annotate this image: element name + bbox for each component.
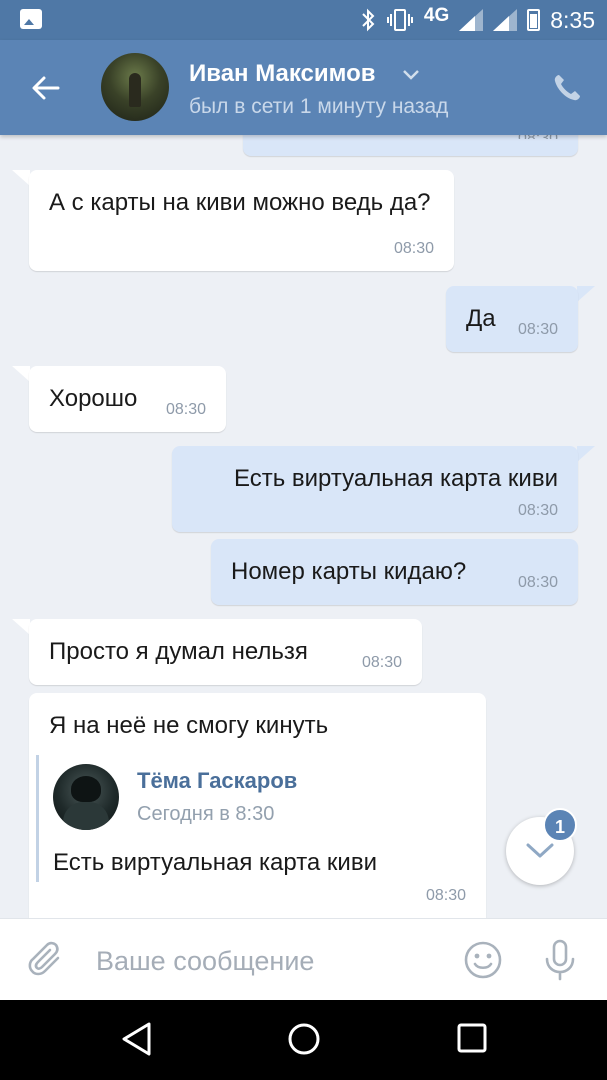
- message-bubble-outgoing[interactable]: Да 08:30: [446, 286, 578, 352]
- message-time: 08:30: [517, 135, 558, 147]
- message-bubble-outgoing[interactable]: Номер карты кидаю? 08:30: [211, 539, 578, 605]
- message-text: Номер карты кидаю?: [231, 558, 467, 585]
- signal-icon: [459, 9, 484, 31]
- message-text: Есть виртуальная карта киви: [234, 465, 558, 492]
- message-bubble-incoming[interactable]: Просто я думал нельзя 08:30: [29, 619, 422, 685]
- message-time: 08:30: [425, 887, 466, 904]
- smile-icon[interactable]: [463, 940, 503, 980]
- battery-icon: [527, 9, 541, 31]
- bubble-tail: [577, 446, 595, 462]
- status-bar: 4G 8:35: [0, 0, 607, 40]
- message-text: Я на неё не смогу кинуть: [49, 712, 329, 739]
- nav-home-icon[interactable]: [287, 1022, 321, 1056]
- nav-back-icon[interactable]: [119, 1021, 153, 1057]
- contact-last-seen: был в сети 1 минуту назад: [189, 95, 449, 118]
- vibrate-icon: [386, 9, 413, 31]
- clock: 8:35: [550, 6, 595, 33]
- message-input[interactable]: [96, 941, 436, 981]
- phone-icon[interactable]: [551, 72, 583, 104]
- bubble-tail: [12, 619, 30, 635]
- message-bubble-incoming[interactable]: А с карты на киви можно ведь да? 08:30: [29, 170, 454, 271]
- nav-recents-icon[interactable]: [457, 1023, 487, 1053]
- contact-name[interactable]: Иван Максимов: [189, 60, 375, 88]
- message-text: Просто я думал нельзя: [49, 638, 308, 665]
- message-time: 08:30: [517, 574, 558, 591]
- chat-header: Иван Максимов был в сети 1 минуту назад: [0, 40, 607, 135]
- message-text: А с карты на киви можно ведь да?: [49, 189, 431, 216]
- bubble-tail: [12, 170, 30, 186]
- message-time: 08:30: [517, 321, 558, 338]
- forwarded-message-bar: [36, 755, 39, 882]
- gallery-notification-icon: [20, 9, 42, 29]
- signal-icon-2: [493, 9, 518, 31]
- chevron-down-icon[interactable]: [402, 68, 420, 82]
- bubble-tail: [577, 286, 595, 302]
- forwarded-message-text: Есть виртуальная карта киви: [53, 849, 377, 876]
- network-type: 4G: [423, 5, 450, 26]
- message-bubble-incoming[interactable]: Хорошо 08:30: [29, 366, 226, 432]
- message-input-bar: [0, 918, 607, 1000]
- microphone-icon[interactable]: [541, 939, 579, 981]
- forwarded-author-avatar[interactable]: [53, 764, 119, 830]
- message-text: Да: [466, 305, 496, 332]
- unread-count-badge: 1: [543, 808, 577, 842]
- forwarded-author-name[interactable]: Тёма Гаскаров: [137, 768, 297, 794]
- system-navigation-bar: [0, 1000, 607, 1080]
- message-time: 08:30: [165, 401, 206, 418]
- status-icons: 4G 8:35: [360, 5, 595, 34]
- paperclip-icon[interactable]: [28, 941, 66, 979]
- message-bubble-outgoing[interactable]: 08:30: [243, 135, 578, 156]
- forwarded-date: Сегодня в 8:30: [137, 803, 275, 825]
- contact-avatar[interactable]: [101, 53, 169, 121]
- back-arrow-icon[interactable]: [30, 72, 62, 104]
- chevron-down-icon: [526, 843, 554, 858]
- bluetooth-icon: [362, 8, 375, 32]
- message-time: 08:30: [361, 654, 402, 671]
- message-bubble-outgoing[interactable]: Есть виртуальная карта киви 08:30: [172, 446, 578, 532]
- message-time: 08:30: [393, 240, 434, 257]
- message-time: 08:30: [517, 502, 558, 519]
- message-text: Хорошо: [49, 385, 138, 412]
- bubble-tail: [12, 366, 30, 382]
